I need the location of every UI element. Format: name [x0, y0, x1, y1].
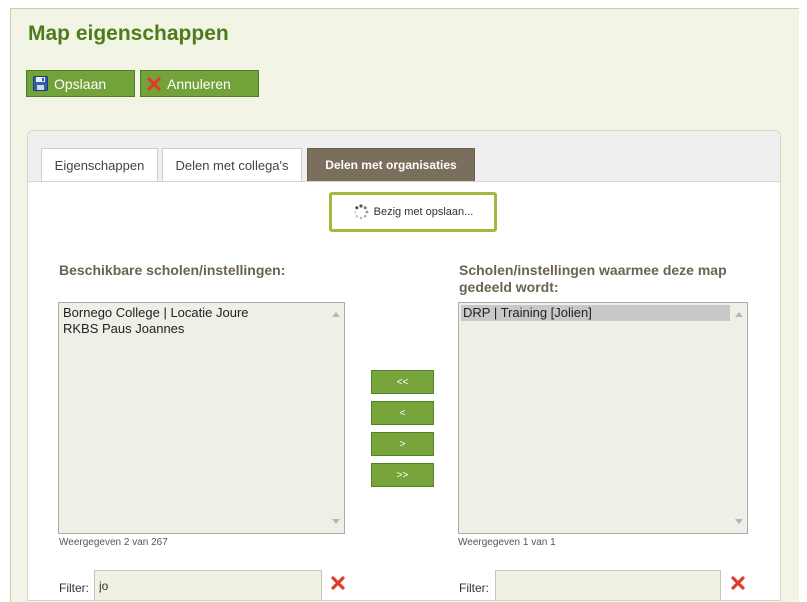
scrollbar[interactable]	[731, 303, 747, 533]
move-right-button[interactable]: >	[371, 432, 434, 456]
tab-delen-met-organisaties[interactable]: Delen met organisaties	[307, 148, 475, 181]
scroll-up-arrow-icon[interactable]	[735, 312, 743, 317]
available-list-label: Beschikbare scholen/instellingen:	[59, 262, 286, 278]
scrollbar[interactable]	[328, 303, 344, 533]
shared-filter-label: Filter:	[459, 581, 489, 595]
sharing-panel: Eigenschappen Delen met collega's Delen …	[27, 130, 781, 601]
cancel-button-label: Annuleren	[167, 75, 231, 92]
list-item[interactable]: DRP | Training [Jolien]	[461, 305, 730, 321]
save-button[interactable]: Opslaan	[26, 70, 135, 97]
red-x-icon	[147, 76, 161, 91]
cancel-button[interactable]: Annuleren	[140, 70, 259, 97]
list-item[interactable]: RKBS Paus Joannes	[61, 321, 327, 337]
move-left-button[interactable]: <	[371, 401, 434, 425]
loading-spinner-icon	[353, 204, 369, 220]
floppy-disk-icon	[33, 76, 48, 91]
shared-filter-input[interactable]	[495, 570, 721, 600]
move-all-right-button[interactable]: >>	[371, 463, 434, 487]
save-button-label: Opslaan	[54, 75, 107, 92]
saving-indicator: Bezig met opslaan...	[329, 192, 497, 232]
clear-filter-icon[interactable]	[331, 576, 345, 595]
shared-list[interactable]: DRP | Training [Jolien]	[458, 302, 748, 534]
shared-count: Weergegeven 1 van 1	[458, 537, 556, 548]
available-count: Weergegeven 2 van 267	[59, 537, 168, 548]
page-title: Map eigenschappen	[28, 22, 229, 45]
clear-filter-icon[interactable]	[731, 576, 745, 595]
available-filter-input[interactable]	[94, 570, 322, 600]
available-list[interactable]: Bornego College | Locatie Joure RKBS Pau…	[58, 302, 345, 534]
tab-eigenschappen[interactable]: Eigenschappen	[41, 148, 158, 181]
available-filter-label: Filter:	[59, 581, 89, 595]
scroll-down-arrow-icon[interactable]	[735, 519, 743, 524]
scroll-down-arrow-icon[interactable]	[332, 519, 340, 524]
move-all-left-button[interactable]: <<	[371, 370, 434, 394]
tab-delen-met-collegas[interactable]: Delen met collega's	[162, 148, 302, 181]
scroll-up-arrow-icon[interactable]	[332, 312, 340, 317]
list-item[interactable]: Bornego College | Locatie Joure	[61, 305, 327, 321]
saving-text: Bezig met opslaan...	[373, 206, 474, 218]
window-edge	[800, 0, 807, 601]
shared-list-label: Scholen/instellingen waarmee deze map ge…	[459, 262, 727, 295]
